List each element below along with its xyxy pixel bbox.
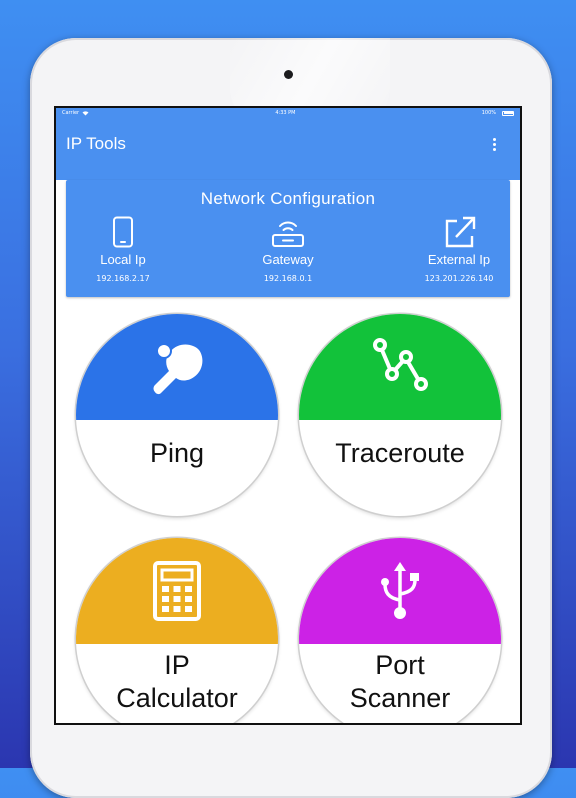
traceroute-button[interactable]: Traceroute — [299, 314, 501, 516]
ip-calculator-label-line2: Calculator — [116, 683, 238, 713]
local-ip-value: 192.168.2.17 — [96, 274, 150, 283]
ip-calculator-label: IP Calculator — [76, 649, 278, 715]
ip-calculator-label-line1: IP — [164, 650, 190, 680]
router-icon — [272, 221, 304, 247]
battery-icon — [502, 110, 514, 116]
front-camera — [284, 70, 293, 79]
calculator-icon — [153, 561, 201, 621]
route-icon — [373, 338, 428, 391]
app-screen: Carrier 4:33 PM 100% IP Tools Network Co… — [56, 108, 520, 723]
external-ip-section: External Ip 123.201.226.140 — [399, 216, 519, 283]
gateway-value: 192.168.0.1 — [263, 274, 313, 283]
traceroute-label: Traceroute — [335, 438, 465, 468]
ping-pong-icon — [153, 343, 203, 395]
usb-icon — [381, 562, 419, 619]
gateway-label: Gateway — [262, 252, 314, 267]
carrier-label: Carrier — [62, 110, 80, 116]
app-title: IP Tools — [66, 134, 126, 153]
gateway-section: Gateway 192.168.0.1 — [228, 216, 348, 283]
network-configuration-heading: Network Configuration — [200, 189, 376, 208]
external-ip-label: External Ip — [427, 252, 491, 267]
network-configuration-card: Network Configuration Local Ip 192.168.2… — [66, 180, 510, 297]
ping-button[interactable]: Ping — [76, 314, 278, 516]
traceroute-tile-header — [299, 314, 501, 420]
battery-percent: 100% — [481, 110, 496, 116]
port-scanner-label: Port Scanner — [299, 649, 501, 715]
more-vert-icon[interactable] — [489, 134, 500, 155]
app-bar: IP Tools — [56, 118, 520, 180]
external-ip-value: 123.201.226.140 — [424, 274, 494, 283]
local-ip-section: Local Ip 192.168.2.17 — [63, 216, 183, 283]
port-scanner-button[interactable]: Port Scanner — [299, 538, 501, 723]
ping-tile-header — [76, 314, 278, 420]
local-ip-label: Local Ip — [100, 252, 146, 267]
port-scanner-label-line1: Port — [375, 650, 425, 680]
ip-calculator-tile-header — [76, 538, 278, 644]
ip-calculator-button[interactable]: IP Calculator — [76, 538, 278, 723]
port-scanner-label-line2: Scanner — [349, 683, 451, 713]
external-link-icon — [445, 216, 476, 248]
wifi-icon — [82, 110, 89, 115]
port-scanner-tile-header — [299, 538, 501, 644]
status-bar: Carrier 4:33 PM 100% — [56, 108, 520, 118]
phone-icon — [113, 216, 133, 248]
ping-label: Ping — [149, 438, 205, 468]
clock: 4:33 PM — [275, 110, 296, 116]
